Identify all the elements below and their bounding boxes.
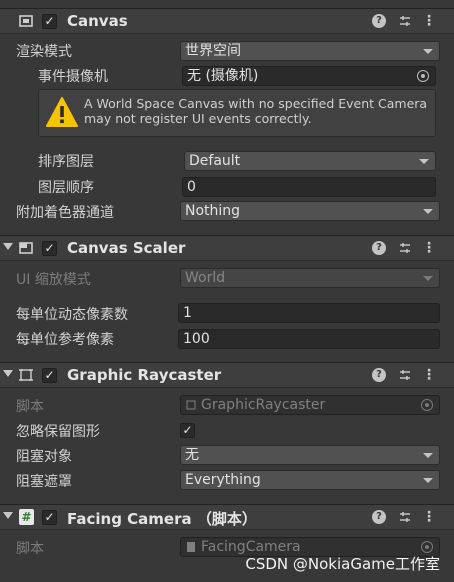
help-icon[interactable]: ? (372, 368, 386, 382)
blocking-objects-value: 无 (185, 447, 199, 463)
object-picker-icon[interactable] (417, 70, 429, 82)
ui-scale-mode-value: World (185, 270, 226, 286)
shader-channels-value: Nothing (185, 203, 241, 219)
event-camera-label: 事件摄像机 (38, 69, 108, 85)
preset-settings-icon[interactable] (398, 14, 412, 28)
canvas-title: Canvas (67, 12, 128, 30)
foldout-arrow-icon[interactable] (3, 243, 13, 250)
reference-ppu-label: 每单位参考像素 (16, 332, 114, 348)
raycaster-script-value: GraphicRaycaster (201, 397, 326, 413)
canvas-scaler-component-header[interactable]: ✓ Canvas Scaler ? ⋮ (0, 235, 454, 261)
render-mode-value: 世界空间 (185, 43, 241, 59)
canvas-component-header[interactable]: ✓ Canvas ? ⋮ (0, 8, 454, 34)
sorting-layer-value: Default (189, 153, 241, 169)
order-in-layer-input[interactable]: 0 (182, 177, 436, 197)
chevron-down-icon (423, 209, 433, 214)
ignore-reversed-label: 忽略保留图形 (16, 424, 100, 440)
reference-ppu-input[interactable]: 100 (178, 329, 440, 349)
graphic-raycaster-enabled-checkbox[interactable]: ✓ (42, 368, 57, 383)
warning-message: A World Space Canvas with no specified E… (84, 96, 428, 126)
canvas-scaler-icon (19, 242, 33, 254)
ui-scale-mode-dropdown: World (180, 268, 440, 288)
facing-camera-script-label: 脚本 (16, 541, 44, 557)
shader-channels-dropdown[interactable]: Nothing (180, 201, 440, 221)
object-picker-icon[interactable] (421, 399, 433, 411)
ignore-reversed-checkbox[interactable]: ✓ (180, 423, 195, 438)
dynamic-ppu-input[interactable]: 1 (178, 303, 440, 323)
rect-transform-icon (19, 15, 33, 27)
preset-settings-icon[interactable] (398, 510, 412, 524)
preset-settings-icon[interactable] (398, 368, 412, 382)
raycaster-script-label: 脚本 (16, 399, 44, 415)
foldout-arrow-icon[interactable] (3, 370, 13, 377)
order-in-layer-label: 图层顺序 (38, 180, 94, 196)
sorting-layer-label: 排序图层 (38, 154, 94, 170)
help-icon[interactable]: ? (372, 510, 386, 524)
context-menu-icon[interactable]: ⋮ (422, 241, 436, 255)
watermark: CSDN @NokiaGame工作室 (245, 555, 440, 573)
graphic-raycaster-title: Graphic Raycaster (67, 366, 222, 384)
help-icon[interactable]: ? (372, 241, 386, 255)
context-menu-icon[interactable]: ⋮ (422, 14, 436, 28)
object-picker-icon[interactable] (421, 541, 433, 553)
blocking-mask-label: 阻塞遮罩 (16, 474, 72, 490)
chevron-down-icon (423, 49, 433, 54)
chevron-down-icon (419, 159, 429, 164)
chevron-down-icon (423, 453, 433, 458)
graphic-raycaster-icon (19, 369, 33, 381)
blocking-mask-value: Everything (185, 472, 261, 488)
render-mode-label: 渲染模式 (16, 44, 72, 60)
graphic-raycaster-component-header[interactable]: ✓ Graphic Raycaster ? ⋮ (0, 362, 454, 388)
help-icon[interactable]: ? (372, 14, 386, 28)
script-icon (187, 542, 195, 552)
preset-settings-icon[interactable] (398, 241, 412, 255)
chevron-down-icon (423, 478, 433, 483)
ui-scale-mode-label: UI 缩放模式 (16, 272, 91, 288)
facing-camera-enabled-checkbox[interactable]: ✓ (42, 510, 57, 525)
event-camera-field[interactable]: 无 (摄像机) (182, 66, 436, 86)
sorting-layer-dropdown[interactable]: Default (184, 151, 436, 171)
dynamic-ppu-label: 每单位动态像素数 (16, 307, 128, 323)
context-menu-icon[interactable]: ⋮ (422, 368, 436, 382)
render-mode-dropdown[interactable]: 世界空间 (180, 41, 440, 61)
canvas-enabled-checkbox[interactable]: ✓ (42, 14, 57, 29)
context-menu-icon[interactable]: ⋮ (422, 510, 436, 524)
warning-icon (46, 97, 78, 127)
chevron-down-icon (423, 276, 433, 281)
blocking-objects-label: 阻塞对象 (16, 449, 72, 465)
event-camera-value: 无 (摄像机) (187, 68, 259, 84)
blocking-mask-dropdown[interactable]: Everything (180, 470, 440, 490)
facing-camera-title: Facing Camera （脚本） (67, 510, 257, 528)
raycaster-script-field[interactable]: GraphicRaycaster (180, 395, 440, 415)
canvas-scaler-enabled-checkbox[interactable]: ✓ (42, 241, 57, 256)
facing-camera-component-header[interactable]: # ✓ Facing Camera （脚本） ? ⋮ (0, 504, 454, 530)
shader-channels-label: 附加着色器通道 (16, 205, 114, 221)
script-icon (186, 400, 196, 410)
csharp-script-icon: # (19, 509, 34, 525)
warning-helpbox: A World Space Canvas with no specified E… (38, 89, 436, 137)
canvas-scaler-title: Canvas Scaler (67, 239, 186, 257)
foldout-arrow-icon[interactable] (3, 512, 13, 519)
blocking-objects-dropdown[interactable]: 无 (180, 445, 440, 465)
